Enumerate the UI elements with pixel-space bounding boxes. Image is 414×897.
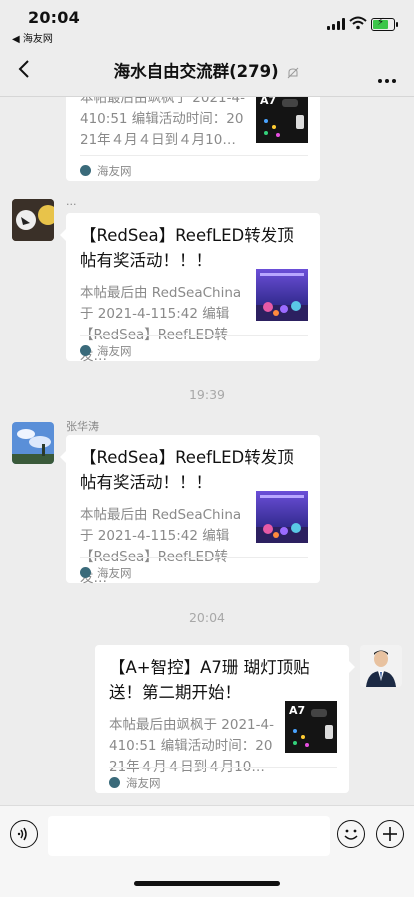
card-source: 海友网: [80, 565, 132, 581]
emoji-icon[interactable]: [337, 820, 365, 848]
chat-area[interactable]: 本帖最后由飒枫于 2021-4-410:51 编辑活动时间：2021年４月４日到…: [0, 97, 414, 805]
chat-title: 海水自由交流群(279): [113, 62, 279, 81]
add-attachment-icon[interactable]: [376, 820, 404, 848]
card-title: 【RedSea】ReefLED转发顶帖有奖活动！！！: [80, 448, 294, 492]
avatar[interactable]: [360, 645, 402, 687]
avatar[interactable]: [12, 422, 54, 464]
link-card-message[interactable]: 【RedSea】ReefLED转发顶帖有奖活动！！！ 本帖最后由 RedSeaC…: [60, 213, 320, 364]
sender-name: ...: [66, 195, 77, 208]
nav-bar: 海水自由交流群(279): [0, 44, 414, 97]
cellular-signal-icon: [327, 18, 345, 30]
source-logo-icon: [80, 567, 91, 578]
link-card-message[interactable]: 【RedSea】ReefLED转发顶帖有奖活动！！！ 本帖最后由 RedSeaC…: [60, 435, 320, 586]
card-source: 海友网: [80, 163, 132, 179]
page-title: 海水自由交流群(279): [0, 58, 414, 82]
timestamp: 20:04: [188, 610, 226, 625]
message-input[interactable]: [48, 816, 330, 856]
card-description: 本帖最后由飒枫于 2021-4-410:51 编辑活动时间：2021年４月４日到…: [109, 717, 274, 775]
card-thumbnail: [256, 269, 308, 321]
source-logo-icon: [109, 777, 120, 788]
avatar[interactable]: [12, 199, 54, 241]
link-card-message[interactable]: 【A+智控】A7珊 瑚灯顶贴送！第二期开始！ 本帖最后由飒枫于 2021-4-4…: [95, 645, 355, 793]
back-to-app-link[interactable]: ◀ 海友网: [12, 30, 53, 45]
wifi-icon: [349, 16, 367, 30]
mute-bell-icon: [288, 67, 299, 78]
thumb-label: A7: [260, 97, 276, 107]
source-logo-icon: [80, 345, 91, 356]
card-thumbnail: [256, 491, 308, 543]
status-time: 20:04: [28, 8, 80, 27]
link-card-message[interactable]: 本帖最后由飒枫于 2021-4-410:51 编辑活动时间：2021年４月４日到…: [66, 97, 320, 181]
sender-name: 张华涛: [66, 420, 99, 433]
card-title: 【A+智控】A7珊 瑚灯顶贴送！第二期开始！: [109, 658, 310, 702]
card-description: 本帖最后由飒枫于 2021-4-410:51 编辑活动时间：2021年４月４日到…: [80, 97, 245, 148]
card-thumbnail: A7: [256, 97, 308, 143]
card-thumbnail: A7: [285, 701, 337, 753]
thumb-label: A7: [289, 704, 305, 717]
card-source: 海友网: [109, 775, 161, 791]
more-options-icon[interactable]: [375, 68, 396, 87]
voice-input-icon[interactable]: [10, 820, 38, 848]
source-logo-icon: [80, 165, 91, 176]
battery-icon: ⚡: [371, 17, 398, 31]
card-title: 【RedSea】ReefLED转发顶帖有奖活动！！！: [80, 226, 294, 270]
status-bar: 20:04 ◀ 海友网 ⚡: [0, 0, 414, 45]
card-source: 海友网: [80, 343, 132, 359]
timestamp: 19:39: [188, 387, 226, 402]
home-indicator[interactable]: [134, 881, 280, 886]
